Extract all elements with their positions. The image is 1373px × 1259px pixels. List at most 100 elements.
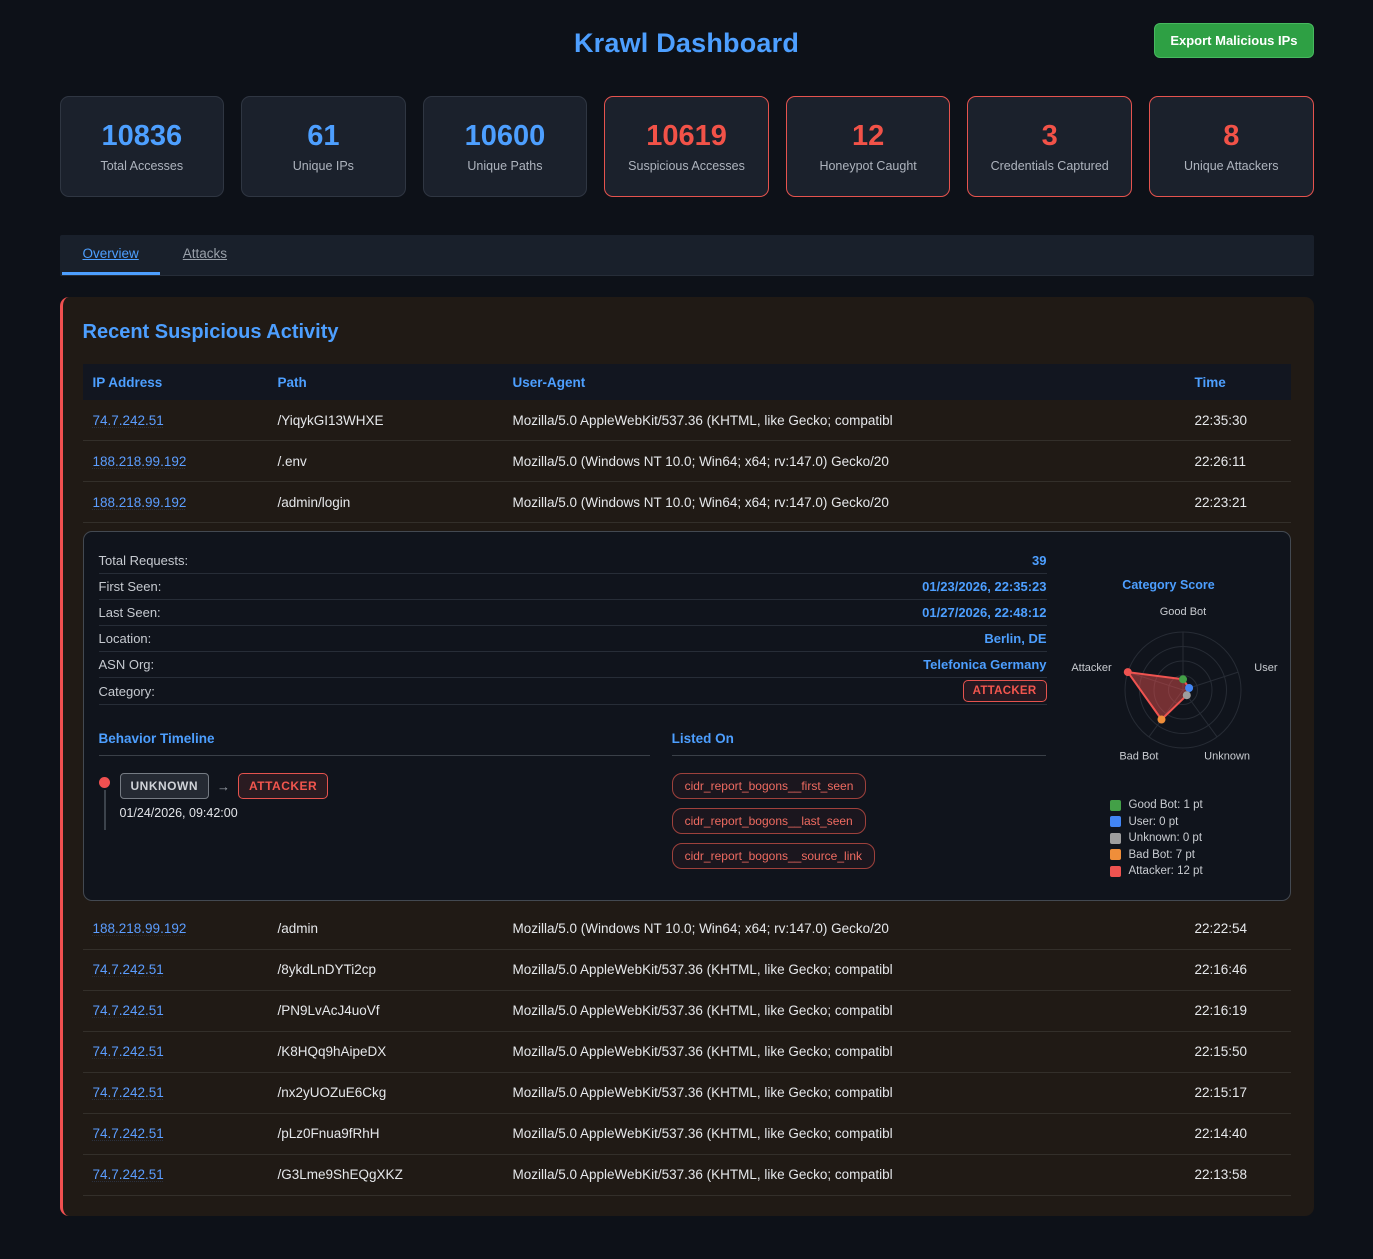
detail-field-row: Location:Berlin, DE: [99, 626, 1047, 652]
legend-item: Attacker: 12 pt: [1110, 865, 1228, 877]
stat-value: 8: [1223, 120, 1239, 153]
export-malicious-ips-button[interactable]: Export Malicious IPs: [1154, 23, 1313, 58]
cell-path: /pLz0Fnua9fRhH: [268, 1126, 503, 1141]
ip-address-link[interactable]: 74.7.242.51: [93, 1044, 164, 1059]
detail-field-row: ASN Org:Telefonica Germany: [99, 652, 1047, 678]
table-row[interactable]: 74.7.242.51/pLz0Fnua9fRhHMozilla/5.0 App…: [83, 1114, 1291, 1155]
table-row[interactable]: 188.218.99.192/.envMozilla/5.0 (Windows …: [83, 441, 1291, 482]
legend-item: User: 0 pt: [1110, 816, 1228, 828]
cell-user-agent: Mozilla/5.0 AppleWebKit/537.36 (KHTML, l…: [503, 1167, 1185, 1182]
detail-field-row: Total Requests:39: [99, 548, 1047, 574]
legend-swatch: [1110, 833, 1121, 844]
table-row[interactable]: 74.7.242.51/G3Lme9ShEQgXKZMozilla/5.0 Ap…: [83, 1155, 1291, 1196]
listed-on-badges: cidr_report_bogons__first_seen cidr_repor…: [672, 773, 1047, 869]
radar-point: [1157, 716, 1165, 724]
cell-ip: 74.7.242.51: [83, 1003, 268, 1018]
timeline-dot-icon: [99, 777, 110, 788]
table-row[interactable]: 188.218.99.192/admin/loginMozilla/5.0 (W…: [83, 482, 1291, 523]
listed-on-badge[interactable]: cidr_report_bogons__last_seen: [672, 808, 866, 834]
table-row[interactable]: 74.7.242.51/nx2yUOZuE6CkgMozilla/5.0 App…: [83, 1073, 1291, 1114]
cell-user-agent: Mozilla/5.0 AppleWebKit/537.36 (KHTML, l…: [503, 1003, 1185, 1018]
ip-address-link[interactable]: 74.7.242.51: [93, 962, 164, 977]
cell-path: /admin: [268, 921, 503, 936]
table-row[interactable]: 74.7.242.51/PN9LvAcJ4uoVfMozilla/5.0 App…: [83, 991, 1291, 1032]
listed-on-badge[interactable]: cidr_report_bogons__source_link: [672, 843, 875, 869]
ip-address-link[interactable]: 74.7.242.51: [93, 1085, 164, 1100]
radar-point: [1123, 668, 1131, 676]
stat-value: 10619: [646, 120, 727, 153]
legend-swatch: [1110, 866, 1121, 877]
cell-path: /K8HQq9hAipeDX: [268, 1044, 503, 1059]
ip-address-link[interactable]: 188.218.99.192: [93, 495, 187, 510]
stat-label: Honeypot Caught: [819, 159, 916, 173]
table-row[interactable]: 74.7.242.51/K8HQq9hAipeDXMozilla/5.0 App…: [83, 1032, 1291, 1073]
table-row[interactable]: 74.7.242.51/8ykdLnDYTi2cpMozilla/5.0 App…: [83, 950, 1291, 991]
ip-address-link[interactable]: 74.7.242.51: [93, 1126, 164, 1141]
cell-time: 22:16:46: [1185, 962, 1291, 977]
arrow-right-icon: →: [217, 779, 230, 794]
category-attacker-badge: ATTACKER: [963, 680, 1047, 702]
stat-label: Suspicious Accesses: [628, 159, 745, 173]
cell-user-agent: Mozilla/5.0 (Windows NT 10.0; Win64; x64…: [503, 454, 1185, 469]
detail-field-category: Category: ATTACKER: [99, 678, 1047, 705]
detail-field-label: Total Requests:: [99, 553, 189, 568]
table-row[interactable]: 74.7.242.51/YiqykGI13WHXEMozilla/5.0 App…: [83, 400, 1291, 441]
cell-ip: 188.218.99.192: [83, 454, 268, 469]
page-title: Krawl Dashboard: [60, 20, 1314, 59]
cell-path: /nx2yUOZuE6Ckg: [268, 1085, 503, 1100]
stat-card: 3Credentials Captured: [967, 96, 1132, 197]
cell-user-agent: Mozilla/5.0 AppleWebKit/537.36 (KHTML, l…: [503, 413, 1185, 428]
cell-time: 22:14:40: [1185, 1126, 1291, 1141]
stat-value: 61: [307, 120, 339, 153]
column-header-path: Path: [268, 375, 503, 390]
stat-label: Credentials Captured: [991, 159, 1109, 173]
cell-time: 22:35:30: [1185, 413, 1291, 428]
cell-time: 22:15:50: [1185, 1044, 1291, 1059]
stat-card: 8 Unique Attackers: [1149, 96, 1314, 197]
cell-ip: 74.7.242.51: [83, 1126, 268, 1141]
stat-card: 61Unique IPs: [241, 96, 406, 197]
ip-address-link[interactable]: 74.7.242.51: [93, 413, 164, 428]
detail-field-label: Last Seen:: [99, 605, 161, 620]
cell-time: 22:23:21: [1185, 495, 1291, 510]
detail-field-label: First Seen:: [99, 579, 162, 594]
stat-card: 10600Unique Paths: [423, 96, 588, 197]
detail-field-value: Telefonica Germany: [923, 657, 1046, 672]
table-row[interactable]: 188.218.99.192/adminMozilla/5.0 (Windows…: [83, 909, 1291, 950]
listed-on-section: Listed On cidr_report_bogons__first_seen…: [672, 731, 1047, 869]
stat-card: 12 Honeypot Caught: [786, 96, 951, 197]
cell-user-agent: Mozilla/5.0 AppleWebKit/537.36 (KHTML, l…: [503, 1044, 1185, 1059]
radar-chart: Good BotUserUnknownBad BotAttacker: [1063, 594, 1303, 786]
ip-address-link[interactable]: 74.7.242.51: [93, 1003, 164, 1018]
table-rows-before-detail: 74.7.242.51/YiqykGI13WHXEMozilla/5.0 App…: [83, 400, 1291, 523]
timeline-content: UNKNOWN → ATTACKER 01/24/2026, 09:42:00: [120, 773, 329, 830]
cell-path: /PN9LvAcJ4uoVf: [268, 1003, 503, 1018]
tab-attacks[interactable]: Attacks: [162, 235, 248, 275]
ip-address-link[interactable]: 188.218.99.192: [93, 454, 187, 469]
radar-point: [1182, 691, 1190, 699]
detail-field-label: Category:: [99, 684, 155, 699]
cell-ip: 74.7.242.51: [83, 413, 268, 428]
listed-on-badge[interactable]: cidr_report_bogons__first_seen: [672, 773, 867, 799]
cell-ip: 188.218.99.192: [83, 495, 268, 510]
detail-field-value: Berlin, DE: [984, 631, 1046, 646]
cell-user-agent: Mozilla/5.0 (Windows NT 10.0; Win64; x64…: [503, 921, 1185, 936]
ip-address-link[interactable]: 188.218.99.192: [93, 921, 187, 936]
stat-value: 10836: [101, 120, 182, 153]
legend-label: User: 0 pt: [1129, 816, 1179, 828]
tab-bar: Overview Attacks: [60, 235, 1314, 276]
ip-detail-panel: Total Requests:39First Seen:01/23/2026, …: [83, 531, 1291, 901]
cell-time: 22:26:11: [1185, 454, 1291, 469]
ip-address-link[interactable]: 74.7.242.51: [93, 1167, 164, 1182]
stat-card: 10619 Suspicious Accesses: [604, 96, 769, 197]
legend-item: Good Bot: 1 pt: [1110, 799, 1228, 811]
suspicious-activity-table: IP Address Path User-Agent Time 74.7.242…: [83, 364, 1291, 1196]
legend-label: Bad Bot: 7 pt: [1129, 849, 1196, 861]
stat-value: 12: [852, 120, 884, 153]
cell-time: 22:22:54: [1185, 921, 1291, 936]
tab-overview[interactable]: Overview: [62, 235, 160, 275]
table-rows-after-detail: 188.218.99.192/adminMozilla/5.0 (Windows…: [83, 909, 1291, 1196]
table-header-row: IP Address Path User-Agent Time: [83, 364, 1291, 400]
stat-label: Unique Attackers: [1184, 159, 1279, 173]
legend-swatch: [1110, 849, 1121, 860]
